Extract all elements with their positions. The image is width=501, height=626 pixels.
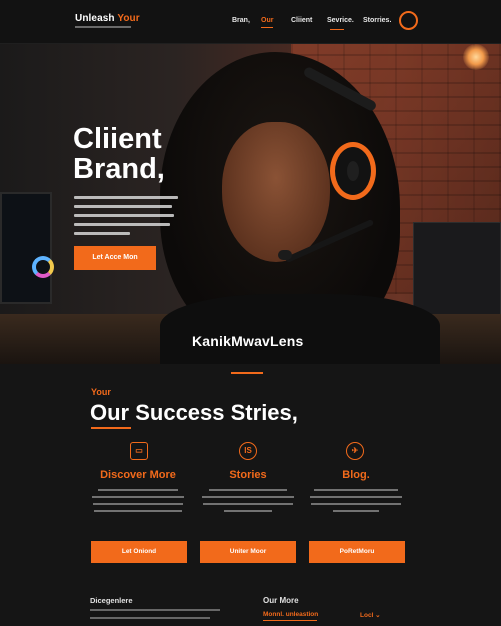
nav-link-our[interactable]: Our: [261, 17, 274, 28]
hero-cta-button[interactable]: Let Acce Mon: [74, 246, 156, 270]
footer-left-title: Dicegenlere: [90, 596, 133, 605]
monitor-ring-icon: [32, 256, 54, 278]
text-line: [314, 489, 398, 491]
hero-title-line-2: Brand,: [73, 153, 165, 185]
text-line: [74, 214, 174, 217]
nav-links: Bran, Our Cliient Sevrice. Storries.: [0, 17, 501, 29]
text-line: [74, 232, 130, 235]
storefront-icon: ▭: [130, 442, 148, 460]
discover-more-button[interactable]: Let Oniond: [91, 541, 187, 563]
nav-link-client[interactable]: Cliient: [291, 17, 312, 24]
footer-link[interactable]: Monnl. unleastion: [263, 611, 318, 618]
section-title-underline: [91, 427, 131, 429]
feature-title-discover: Discover More: [100, 469, 176, 481]
plane-icon: ✈: [346, 442, 364, 460]
feature-title-stories: Stories: [229, 469, 267, 481]
text-line: [333, 510, 379, 512]
lamp-glow: [463, 44, 489, 70]
footer-right-title: Our More: [263, 596, 299, 605]
text-line: [74, 205, 172, 208]
face: [222, 122, 330, 262]
microphone-icon: [278, 250, 292, 260]
hero-section: Cliient Brand, Let Acce Mon KanikMwavLen…: [0, 44, 501, 364]
section-eyebrow: Your: [91, 387, 111, 397]
text-line: [94, 510, 182, 512]
footer-text-line: [90, 617, 210, 619]
success-stories-section: Your Our Success Stries, ▭ Discover More…: [0, 364, 501, 626]
feature-text-placeholder: [90, 489, 186, 517]
footer-text-line: [90, 609, 220, 611]
hero-title-line-1: Cliient: [73, 123, 162, 155]
text-line: [74, 196, 178, 199]
computer-monitor: [0, 192, 54, 304]
hero-paragraph-placeholder: [74, 196, 178, 241]
section-accent-bar: [231, 372, 263, 374]
nav-link-brand[interactable]: Bran,: [232, 17, 250, 24]
feature-text-placeholder: [308, 489, 404, 517]
feature-text-placeholder: [200, 489, 296, 517]
stories-button[interactable]: Uniter Moor: [200, 541, 296, 563]
hero-photo-person: [150, 44, 440, 364]
text-line: [92, 496, 184, 498]
text-line: [93, 503, 183, 505]
text-line: [310, 496, 402, 498]
text-line: [74, 223, 170, 226]
text-line: [202, 496, 294, 498]
menu-circle-icon[interactable]: [399, 11, 418, 30]
nav-indicator: [330, 29, 344, 30]
feature-title-blog: Blog.: [342, 469, 370, 481]
text-line: [98, 489, 178, 491]
headset-earcup-icon: [330, 142, 376, 200]
footer-locale-dropdown[interactable]: Locl ⌄: [360, 611, 381, 619]
nav-link-stories[interactable]: Storries.: [363, 17, 391, 24]
hero-title: Cliient Brand,: [73, 124, 165, 184]
text-line: [209, 489, 287, 491]
section-title: Our Success Stries,: [90, 400, 298, 425]
photographer-watermark: KanikMwavLens: [192, 333, 304, 349]
top-navigation-bar: Unleash Your Bran, Our Cliient Sevrice. …: [0, 0, 501, 44]
tag-icon: IS: [239, 442, 257, 460]
footer-underline: [263, 620, 317, 621]
nav-link-services[interactable]: Sevrice.: [327, 17, 354, 24]
text-line: [203, 503, 293, 505]
text-line: [224, 510, 272, 512]
text-line: [311, 503, 401, 505]
blog-button[interactable]: PoRetMoru: [309, 541, 405, 563]
shirt: [160, 294, 440, 364]
